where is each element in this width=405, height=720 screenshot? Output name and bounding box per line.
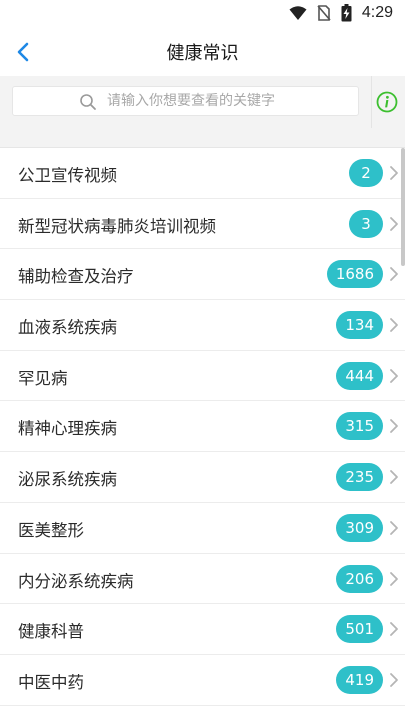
search-box[interactable] [12,86,359,116]
count-badge: 1686 [326,260,383,289]
count-badge: 235 [336,463,383,492]
category-row[interactable]: 中医中药 419 [0,654,405,706]
category-row[interactable]: 公卫宣传视频 2 [0,148,405,199]
page-title: 健康常识 [166,43,239,64]
chevron-right-icon [390,318,398,332]
chevron-right-icon [390,470,398,485]
category-label: 中医中药 [18,672,84,692]
status-time: 4:29 [361,4,393,21]
category-row[interactable]: 内分泌系统疾病 206 [0,553,405,605]
count-badge: 419 [336,665,383,694]
wifi-icon [289,6,307,20]
category-label: 精神心理疾病 [18,419,117,439]
count-badge: 501 [336,615,383,644]
chevron-right-icon [390,267,398,282]
chevron-right-icon [390,571,398,586]
search-bar [0,76,405,128]
count-badge: 2 [349,159,383,187]
title-bar: 健康常识 [0,26,405,76]
count-badge: 315 [336,412,383,441]
info-icon[interactable] [376,91,398,113]
count-badge: 309 [336,513,383,542]
info-panel [371,76,405,128]
count-badge: 3 [349,209,383,238]
category-row[interactable]: 辅助检查及治疗 1686 [0,249,405,301]
chevron-right-icon [390,419,398,434]
count-badge: 444 [336,361,383,390]
category-list: 公卫宣传视频 2 新型冠状病毒肺炎培训视频 3 辅助检查及治疗 1686 血液系… [0,148,405,706]
category-label: 医美整形 [18,520,84,540]
category-row[interactable]: 泌尿系统疾病 235 [0,452,405,503]
section-divider [0,128,405,148]
category-label: 新型冠状病毒肺炎培训视频 [18,216,216,236]
category-label: 泌尿系统疾病 [18,470,117,490]
category-row[interactable]: 罕见病 444 [0,350,405,402]
count-badge: 134 [336,311,383,340]
category-label: 辅助检查及治疗 [18,267,134,287]
chevron-right-icon [390,216,398,231]
search-input[interactable] [107,87,347,115]
battery-charging-icon [341,4,352,22]
category-row[interactable]: 新型冠状病毒肺炎培训视频 3 [0,198,405,250]
category-row[interactable]: 血液系统疾病 134 [0,300,405,351]
chevron-right-icon [390,520,398,535]
count-badge: 206 [336,564,383,593]
category-row[interactable]: 健康科普 501 [0,604,405,655]
category-row[interactable]: 医美整形 309 [0,502,405,554]
category-label: 血液系统疾病 [18,318,117,338]
scrollbar[interactable] [401,148,405,266]
search-icon [80,94,96,110]
category-label: 罕见病 [18,368,68,388]
category-label: 健康科普 [18,622,84,642]
chevron-right-icon [390,166,398,180]
category-row[interactable]: 精神心理疾病 315 [0,401,405,453]
category-label: 公卫宣传视频 [18,166,117,185]
status-bar: 4:29 [0,0,405,26]
no-sim-icon [317,5,331,21]
chevron-right-icon [390,622,398,637]
chevron-right-icon [390,672,398,687]
category-label: 内分泌系统疾病 [18,571,134,591]
status-icons: 4:29 [289,4,393,22]
chevron-right-icon [390,368,398,383]
